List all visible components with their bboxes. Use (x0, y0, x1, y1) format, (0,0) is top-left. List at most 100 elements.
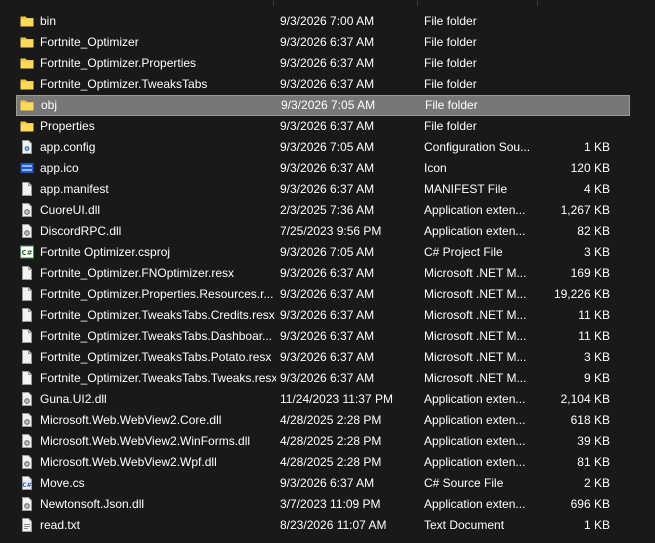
file-row[interactable]: Fortnite_Optimizer.TweaksTabs.Dashboar..… (16, 326, 630, 347)
file-row[interactable]: app.config 9/3/2026 7:05 AM Configuratio… (16, 137, 630, 158)
file-type: Application exten... (424, 413, 526, 427)
file-row[interactable]: Microsoft.Web.WebView2.WinForms.dll 4/28… (16, 431, 630, 452)
file-row[interactable]: Properties 9/3/2026 6:37 AM File folder (16, 116, 630, 137)
folder-icon (20, 56, 34, 70)
file-row[interactable]: Guna.UI2.dll 11/24/2023 11:37 PM Applica… (16, 389, 630, 410)
file-name: CuoreUI.dll (40, 203, 101, 217)
file-size: 618 KB (570, 413, 610, 427)
text-file-icon (20, 518, 34, 532)
file-size: 11 KB (578, 329, 610, 343)
file-row[interactable]: Fortnite_Optimizer.Properties 9/3/2026 6… (16, 53, 630, 74)
file-row[interactable]: Fortnite_Optimizer.TweaksTabs.Potato.res… (16, 347, 630, 368)
file-row[interactable]: Newtonsoft.Json.dll 3/7/2023 11:09 PM Ap… (16, 494, 630, 515)
file-name: app.manifest (40, 182, 109, 196)
file-date-modified: 11/24/2023 11:37 PM (280, 392, 393, 406)
file-date-modified: 4/28/2025 2:28 PM (280, 413, 382, 427)
file-row[interactable]: Fortnite_Optimizer 9/3/2026 6:37 AM File… (16, 32, 630, 53)
file-size: 82 KB (577, 224, 610, 238)
file-row[interactable]: Fortnite_Optimizer.TweaksTabs.Tweaks.res… (16, 368, 630, 389)
file-row[interactable]: obj 9/3/2026 7:05 AM File folder (16, 95, 630, 116)
file-date-modified: 4/28/2025 2:28 PM (280, 455, 382, 469)
file-row[interactable]: Fortnite_Optimizer.TweaksTabs 9/3/2026 6… (16, 74, 630, 95)
file-size: 4 KB (583, 182, 610, 196)
file-type: Microsoft .NET M... (424, 371, 527, 385)
file-date-modified: 9/3/2026 6:37 AM (280, 161, 375, 175)
folder-icon (20, 98, 34, 112)
file-size: 3 KB (583, 350, 610, 364)
document-icon (20, 266, 34, 280)
file-size: 11 KB (578, 308, 610, 322)
file-type: Application exten... (424, 203, 526, 217)
file-date-modified: 9/3/2026 7:00 AM (280, 14, 375, 28)
file-row[interactable]: app.manifest 9/3/2026 6:37 AM MANIFEST F… (16, 179, 630, 200)
file-row[interactable]: Fortnite_Optimizer.FNOptimizer.resx 9/3/… (16, 263, 630, 284)
dll-file-icon (20, 434, 34, 448)
file-size: 1 KB (583, 518, 610, 532)
file-row[interactable]: Microsoft.Web.WebView2.Core.dll 4/28/202… (16, 410, 630, 431)
file-type: File folder (424, 56, 477, 70)
file-size: 39 KB (577, 434, 610, 448)
file-row[interactable]: app.ico 9/3/2026 6:37 AM Icon 120 KB (16, 158, 630, 179)
file-name: obj (41, 98, 58, 112)
file-name: Fortnite Optimizer.csproj (40, 245, 171, 259)
file-size: 2,104 KB (560, 392, 610, 406)
file-size: 3 KB (583, 245, 610, 259)
file-date-modified: 9/3/2026 6:37 AM (280, 266, 375, 280)
file-row[interactable]: bin 9/3/2026 7:00 AM File folder (16, 11, 630, 32)
file-size: 169 KB (570, 266, 610, 280)
file-date-modified: 9/3/2026 6:37 AM (280, 287, 375, 301)
file-name: Fortnite_Optimizer.TweaksTabs (40, 77, 208, 91)
file-name: Fortnite_Optimizer.Properties.Resources.… (40, 287, 274, 301)
file-type: File folder (424, 35, 477, 49)
file-name: Move.cs (40, 476, 85, 490)
file-type: File folder (424, 77, 477, 91)
file-date-modified: 9/3/2026 6:37 AM (280, 35, 375, 49)
file-name: Fortnite_Optimizer.TweaksTabs.Tweaks.res… (40, 371, 276, 385)
file-row[interactable]: read.txt 8/23/2026 11:07 AM Text Documen… (16, 515, 630, 536)
file-row[interactable]: Fortnite_Optimizer.Properties.Resources.… (16, 284, 630, 305)
column-divider-date[interactable] (273, 0, 274, 6)
column-divider-type[interactable] (417, 0, 418, 6)
file-size: 19,226 KB (553, 287, 610, 301)
svg-text:C#: C# (21, 249, 32, 257)
column-divider-size[interactable] (537, 0, 538, 6)
file-date-modified: 9/3/2026 6:37 AM (280, 350, 375, 364)
file-name: DiscordRPC.dll (40, 224, 122, 238)
dll-file-icon (20, 224, 34, 238)
file-date-modified: 9/3/2026 6:37 AM (280, 329, 375, 343)
file-type: Microsoft .NET M... (424, 266, 527, 280)
dll-file-icon (20, 203, 34, 217)
file-list: bin 9/3/2026 7:00 AM File folder Fortnit… (0, 11, 655, 536)
file-name: Fortnite_Optimizer.Properties (40, 56, 197, 70)
document-icon (20, 371, 34, 385)
file-row[interactable]: C# Fortnite Optimizer.csproj 9/3/2026 7:… (16, 242, 630, 263)
file-row[interactable]: CuoreUI.dll 2/3/2025 7:36 AM Application… (16, 200, 630, 221)
file-row[interactable]: Microsoft.Web.WebView2.Wpf.dll 4/28/2025… (16, 452, 630, 473)
dll-file-icon (20, 392, 34, 406)
file-date-modified: 9/3/2026 6:37 AM (280, 308, 375, 322)
file-name: Fortnite_Optimizer.TweaksTabs.Credits.re… (40, 308, 275, 322)
dll-file-icon (20, 455, 34, 469)
file-type: Icon (424, 161, 447, 175)
file-size: 81 KB (577, 455, 610, 469)
file-type: File folder (425, 98, 478, 112)
file-name: Fortnite_Optimizer.TweaksTabs.Potato.res… (40, 350, 272, 364)
ico-file-icon (20, 161, 34, 175)
file-size: 120 KB (570, 161, 610, 175)
file-name: Fortnite_Optimizer (40, 35, 139, 49)
file-name: Fortnite_Optimizer.TweaksTabs.Dashboar..… (40, 329, 273, 343)
file-name: Microsoft.Web.WebView2.Core.dll (40, 413, 222, 427)
document-icon (20, 287, 34, 301)
file-date-modified: 9/3/2026 6:37 AM (280, 476, 375, 490)
file-row[interactable]: C# Move.cs 9/3/2026 6:37 AM C# Source Fi… (16, 473, 630, 494)
file-row[interactable]: DiscordRPC.dll 7/25/2023 9:56 PM Applica… (16, 221, 630, 242)
file-date-modified: 3/7/2023 11:09 PM (280, 497, 381, 511)
file-date-modified: 9/3/2026 6:37 AM (280, 119, 375, 133)
dll-file-icon (20, 497, 34, 511)
file-type: Microsoft .NET M... (424, 287, 527, 301)
file-row[interactable]: Fortnite_Optimizer.TweaksTabs.Credits.re… (16, 305, 630, 326)
file-date-modified: 8/23/2026 11:07 AM (280, 518, 387, 532)
file-type: C# Source File (424, 476, 504, 490)
file-type: Application exten... (424, 434, 526, 448)
svg-text:C#: C# (22, 482, 31, 489)
